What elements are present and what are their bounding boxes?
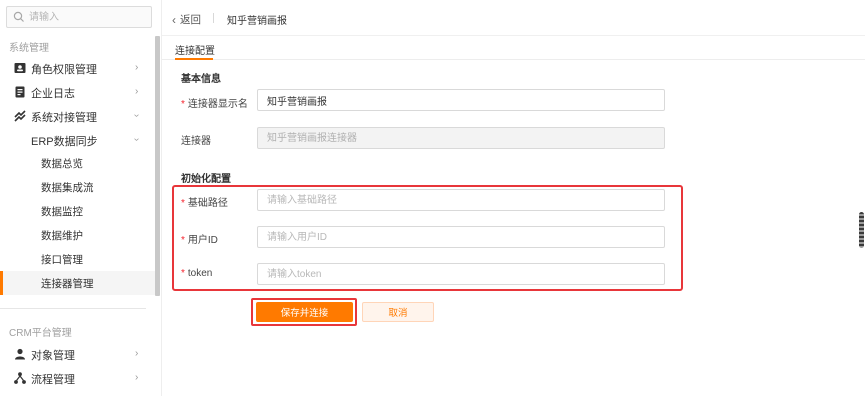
sidebar-item-label: 企业日志 (31, 88, 75, 100)
app-window: 系统管理 角色权限管理 › 企业日志 › (0, 0, 865, 396)
sidebar-item-api-management[interactable]: 接口管理 (0, 247, 155, 271)
required-mark: * (181, 99, 185, 110)
chevron-left-icon: ‹ (172, 12, 176, 27)
section-title-basic: 基本信息 (181, 74, 221, 85)
sidebar-item-data-monitor[interactable]: 数据监控 (0, 199, 155, 223)
sidebar-item-label: 数据维护 (41, 230, 83, 242)
sidebar-item-object-management[interactable]: 对象管理 › (0, 342, 155, 366)
sidebar-item-role-permission[interactable]: 角色权限管理 › (0, 56, 155, 80)
required-mark: * (181, 268, 185, 279)
display-name-label-text: 连接器显示名 (187, 99, 248, 110)
group-title-system: 系统管理 (9, 43, 49, 54)
sidebar-item-label: ERP数据同步 (31, 136, 98, 148)
base-path-field[interactable] (257, 189, 665, 211)
sidebar-item-data-overview[interactable]: 数据总览 (0, 151, 155, 175)
page-title: 知乎营销画报 (227, 16, 287, 27)
sidebar-item-data-maintenance[interactable]: 数据维护 (0, 223, 155, 247)
user-id-label: * 用户ID (181, 231, 218, 246)
divider (213, 13, 214, 23)
required-mark: * (181, 198, 185, 209)
base-path-label-text: 基础路径 (187, 198, 228, 209)
save-and-connect-button[interactable]: 保存并连接 (256, 302, 353, 322)
display-name-field[interactable] (257, 89, 665, 111)
chevron-down-icon: › (131, 113, 143, 118)
chevron-right-icon: › (135, 372, 139, 383)
divider (0, 308, 146, 309)
section-title-init: 初始化配置 (181, 174, 231, 185)
sidebar-item-label: 连接器管理 (41, 278, 94, 290)
token-label: * token (181, 268, 212, 279)
token-label-text: token (187, 268, 213, 279)
cancel-button[interactable]: 取消 (362, 302, 434, 322)
user-icon (15, 348, 25, 360)
sidebar-item-enterprise-log[interactable]: 企业日志 › (0, 80, 155, 104)
link-icon (14, 110, 26, 122)
sidebar-item-process-management[interactable]: 流程管理 › (0, 366, 155, 390)
sidebar-item-label: 角色权限管理 (31, 64, 97, 76)
chevron-right-icon: › (135, 62, 139, 73)
chevron-right-icon: › (135, 348, 139, 359)
back-label: 返回 (180, 14, 201, 26)
main-scrollbar-thumb[interactable] (859, 212, 864, 248)
sidebar-item-label: 数据集成流 (41, 182, 94, 194)
sidebar-item-label: 系统对接管理 (31, 112, 97, 124)
user-id-label-text: 用户ID (187, 235, 218, 246)
id-card-icon (14, 63, 26, 73)
back-button[interactable]: ‹ 返回 (172, 12, 201, 27)
connector-label: 连接器 (181, 136, 211, 147)
required-mark: * (181, 235, 185, 246)
search-icon (13, 11, 24, 22)
group-title-crm: CRM平台管理 (9, 328, 72, 339)
sidebar-item-label: 对象管理 (31, 350, 75, 362)
sidebar-item-label: 接口管理 (41, 254, 83, 266)
sidebar-scrollbar[interactable] (155, 36, 160, 296)
flow-icon (14, 372, 26, 384)
sidebar-item-erp-sync[interactable]: ERP数据同步 › (0, 128, 155, 152)
sidebar-item-label: 流程管理 (31, 374, 75, 386)
sidebar-item-data-integration-flow[interactable]: 数据集成流 (0, 175, 155, 199)
top-bar: ‹ 返回 知乎营销画报 (162, 0, 865, 36)
token-field[interactable] (257, 263, 665, 285)
display-name-label: * 连接器显示名 (181, 95, 248, 110)
sidebar: 系统管理 角色权限管理 › 企业日志 › (0, 0, 162, 396)
sidebar-search[interactable] (6, 6, 152, 28)
chevron-right-icon: › (135, 86, 139, 97)
chevron-down-icon: › (131, 137, 143, 142)
sidebar-item-label: 数据监控 (41, 206, 83, 218)
sidebar-item-connector-management[interactable]: 连接器管理 (0, 271, 155, 295)
active-tab-indicator (175, 58, 213, 60)
tab-connection-config[interactable]: 连接配置 (175, 42, 215, 57)
connector-field (257, 127, 665, 149)
user-id-field[interactable] (257, 226, 665, 248)
tab-bar: 连接配置 (162, 36, 865, 60)
sidebar-item-system-integration[interactable]: 系统对接管理 › (0, 104, 155, 128)
base-path-label: * 基础路径 (181, 194, 228, 209)
search-input[interactable] (29, 9, 147, 25)
sidebar-item-label: 数据总览 (41, 158, 83, 170)
document-icon (15, 86, 25, 98)
